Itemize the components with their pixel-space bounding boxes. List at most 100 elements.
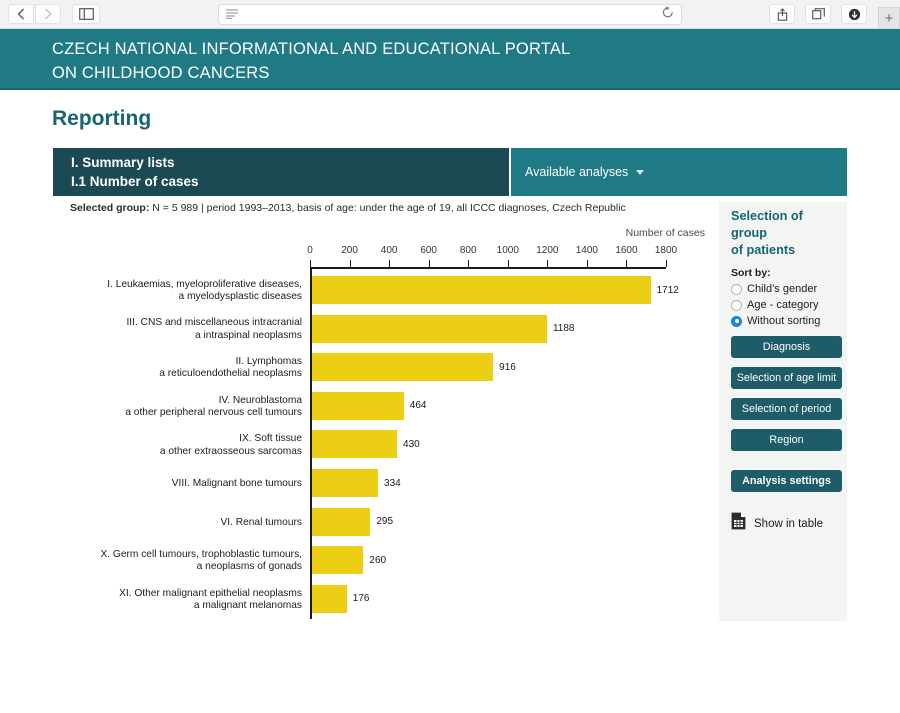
- bar[interactable]: [312, 276, 651, 304]
- bar-value-label: 464: [409, 400, 427, 412]
- bar-value-label: 295: [376, 516, 394, 528]
- bar-row[interactable]: 1188: [312, 310, 574, 348]
- category-label-line: a other peripheral nervous cell tumours: [125, 407, 302, 419]
- sort-option[interactable]: Without sorting: [731, 315, 839, 327]
- address-bar[interactable]: [218, 4, 682, 25]
- sort-option[interactable]: Age - category: [731, 299, 839, 311]
- page-content: Reporting I. Summary lists I.1 Number of…: [0, 92, 900, 713]
- bar-value-label: 1188: [552, 323, 575, 335]
- show-in-table-action[interactable]: Show in table: [731, 512, 839, 535]
- category-label-line: VIII. Malignant bone tumours: [171, 478, 302, 489]
- x-axis-tick: [626, 260, 628, 267]
- category-label-line: a neoplasms of gonads: [196, 561, 302, 573]
- category-label-line: a other extraosseous sarcomas: [159, 445, 302, 457]
- x-axis-tick: [507, 260, 509, 267]
- reader-view-icon[interactable]: [226, 6, 238, 24]
- x-axis-tick: [349, 260, 351, 267]
- downloads-button[interactable]: [841, 4, 867, 24]
- category-label: II. Lymphomas a reticuloendothelial neopl…: [53, 356, 302, 381]
- back-button[interactable]: [8, 4, 34, 24]
- selection-button-label: Selection of period: [741, 402, 832, 415]
- category-label: VI. Renal tumours: [53, 517, 302, 530]
- bar[interactable]: [312, 353, 494, 382]
- category-label-line: X. Germ cell tumours, trophoblastic tumo…: [100, 548, 302, 560]
- reload-icon[interactable]: [662, 5, 674, 24]
- selection-button[interactable]: Selection of period: [731, 398, 842, 420]
- x-axis-tick-label: 0: [307, 245, 313, 256]
- panel-header-summary-lists: I. Summary lists I.1 Number of cases: [53, 148, 509, 196]
- tab-overview-icon: [811, 8, 825, 20]
- x-axis-line: [310, 267, 666, 269]
- bar[interactable]: [312, 430, 398, 459]
- category-label-line: I. Leukaemias, myeloproliferative diseas…: [107, 278, 302, 290]
- bar-value-label: 334: [384, 477, 401, 489]
- category-label-line: VI. Renal tumours: [220, 516, 302, 528]
- radio-button[interactable]: [731, 283, 742, 295]
- x-axis-tick-label: 1200: [536, 245, 559, 256]
- site-header: CZECH NATIONAL INFORMATIONAL AND EDUCATI…: [0, 29, 900, 90]
- x-axis-tick-label: 1600: [615, 245, 638, 256]
- category-label-line: a malignant melanomas: [193, 600, 302, 612]
- x-axis-tick-label: 600: [420, 245, 437, 256]
- bar[interactable]: [312, 584, 347, 613]
- category-label-line: IV. Neuroblastoma: [218, 394, 302, 406]
- share-icon: [777, 7, 787, 21]
- bar-row[interactable]: 464: [312, 387, 426, 425]
- bar-row[interactable]: 916: [312, 348, 516, 386]
- page-right-margin: [847, 184, 900, 713]
- category-label-line: XI. Other malignant epithelial neoplasms: [119, 587, 302, 599]
- x-axis-tick: [547, 260, 549, 267]
- bar-row[interactable]: 334: [312, 464, 401, 502]
- category-label-line: IX. Soft tissue: [239, 433, 302, 445]
- radio-button[interactable]: [731, 299, 742, 311]
- bar-row[interactable]: 295: [312, 503, 393, 541]
- sidebar-toggle-button[interactable]: [72, 4, 100, 24]
- sort-option[interactable]: Child’s gender: [731, 283, 839, 295]
- forward-button[interactable]: [35, 4, 61, 24]
- available-analyses-dropdown[interactable]: Available analyses: [511, 148, 847, 196]
- share-button[interactable]: [769, 4, 795, 24]
- radio-button[interactable]: [731, 315, 742, 327]
- x-axis-tick: [666, 260, 667, 267]
- category-label: I. Leukaemias, myeloproliferative diseas…: [53, 279, 302, 304]
- sort-option-label: Without sorting: [747, 315, 821, 327]
- bar[interactable]: [312, 507, 371, 536]
- category-label: IX. Soft tissue a other extraosseous sarc…: [53, 433, 302, 458]
- available-analyses-label: Available analyses: [525, 165, 629, 179]
- category-label: X. Germ cell tumours, trophoblastic tumo…: [53, 549, 302, 574]
- x-axis-tick-label: 200: [341, 245, 358, 256]
- bar[interactable]: [312, 391, 404, 420]
- downloads-icon: [848, 8, 860, 20]
- x-axis-tick-label: 1800: [654, 245, 678, 256]
- selection-button[interactable]: Diagnosis: [731, 336, 842, 358]
- category-label: VIII. Malignant bone tumours: [53, 478, 302, 491]
- category-label: IV. Neuroblastoma a other peripheral nerv…: [53, 395, 302, 420]
- selection-title-line-1: Selection of group: [731, 209, 803, 240]
- category-label-line: a reticuloendothelial neoplasms: [159, 368, 302, 380]
- sort-option-label: Age - category: [747, 299, 819, 311]
- panel-heading-1: I. Summary lists: [71, 155, 175, 170]
- category-label-line: II. Lymphomas: [235, 355, 302, 367]
- new-tab-button[interactable]: +: [878, 7, 900, 29]
- site-title-line-2: ON CHILDHOOD CANCERS: [52, 64, 270, 82]
- bar-row[interactable]: 430: [312, 425, 420, 463]
- analysis-settings-label: Analysis settings: [742, 474, 831, 487]
- bar-row[interactable]: 260: [312, 541, 386, 579]
- plus-icon: +: [884, 9, 894, 27]
- x-axis-tick-label: 1400: [575, 245, 598, 256]
- bar-value-label: 430: [403, 438, 420, 450]
- bar-row[interactable]: 176: [312, 580, 369, 618]
- analysis-settings-button[interactable]: Analysis settings: [731, 470, 842, 492]
- bar-value-label: 176: [352, 593, 370, 605]
- selection-button[interactable]: Region: [731, 429, 842, 451]
- table-document-icon: [731, 512, 746, 535]
- tab-overview-button[interactable]: [805, 4, 831, 24]
- bar[interactable]: [312, 314, 547, 343]
- selection-button-label: Region: [769, 433, 804, 446]
- bar[interactable]: [312, 546, 364, 575]
- bar-row[interactable]: 1712: [312, 271, 679, 309]
- chevron-down-icon: [636, 169, 645, 175]
- bar[interactable]: [312, 469, 379, 497]
- sort-by-radio-group: Child’s gender Age - category Without sort…: [731, 283, 839, 327]
- selection-button[interactable]: Selection of age limit: [731, 367, 842, 389]
